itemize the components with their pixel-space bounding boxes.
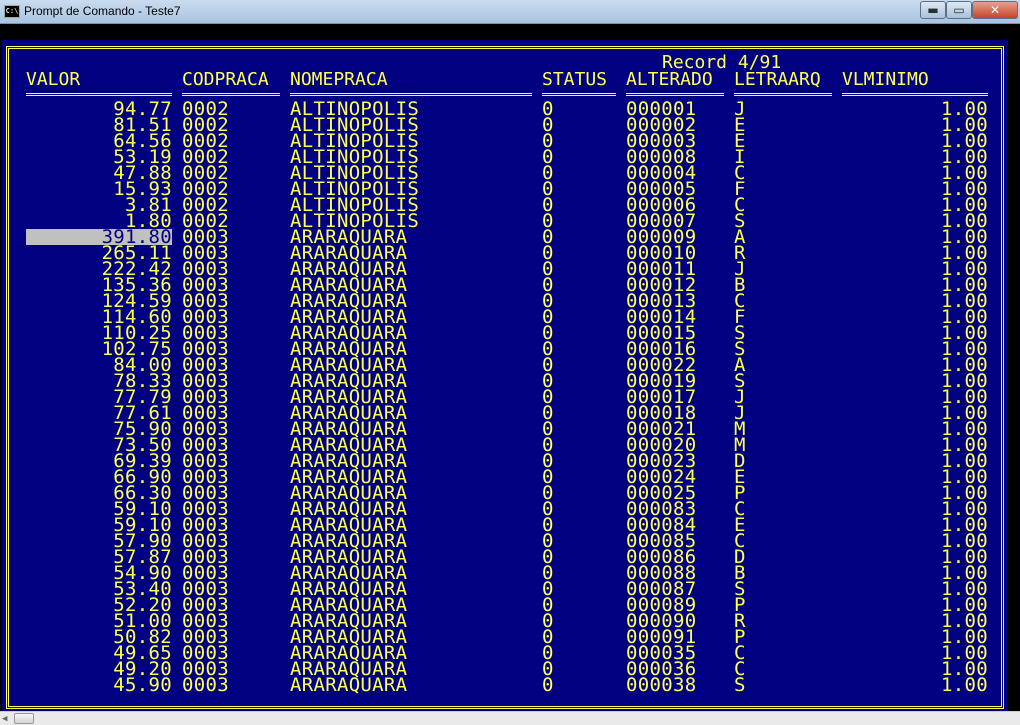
minimize-button[interactable]: ▬ — [920, 1, 946, 19]
cell-alterado: 000038 — [626, 674, 697, 696]
close-button[interactable]: ✕ — [972, 1, 1018, 19]
scrollbar-thumb[interactable] — [14, 713, 34, 724]
column-underline — [26, 93, 172, 96]
column-underline — [734, 93, 832, 96]
column-header-status: STATUS — [542, 69, 608, 90]
column-header-nomepraca: NOMEPRACA — [290, 69, 388, 90]
column-header-valor: VALOR — [26, 69, 81, 90]
column-underline — [542, 93, 616, 96]
column-header-vlminimo: VLMINIMO — [842, 69, 929, 90]
horizontal-scrollbar[interactable]: ◀ — [0, 711, 1020, 725]
scroll-left-icon[interactable]: ◀ — [2, 714, 12, 724]
cell-nomepraca: ARARAQUARA — [290, 674, 408, 696]
table-row[interactable]: 45.90 0003 ARARAQUARA 0 000038 S 1.00 — [2, 674, 1008, 696]
column-underline — [182, 93, 280, 96]
cell-status: 0 — [542, 674, 554, 696]
window-titlebar[interactable]: C:\ Prompt de Comando - Teste7 ▬ ▭ ✕ — [0, 0, 1020, 24]
column-header-codpraca: CODPRACA — [182, 69, 269, 90]
cell-vlminimo: 1.00 — [941, 674, 988, 696]
console-window[interactable]: Record 4/91 VALOR CODPRACA NOMEPRACA STA… — [0, 24, 1020, 711]
console-app-icon[interactable]: C:\ — [4, 5, 20, 18]
browse-screen[interactable]: Record 4/91 VALOR CODPRACA NOMEPRACA STA… — [2, 40, 1008, 711]
maximize-button[interactable]: ▭ — [946, 1, 972, 19]
column-underline — [842, 93, 988, 96]
cell-letraarq: S — [734, 674, 746, 696]
column-header-letraarq: LETRAARQ — [734, 69, 821, 90]
cell-valor: 45.90 — [113, 674, 172, 696]
column-underline — [626, 93, 724, 96]
cell-codpraca: 0003 — [182, 674, 229, 696]
column-underline — [290, 93, 532, 96]
window-title: Prompt de Comando - Teste7 — [24, 4, 181, 18]
column-header-alterado: ALTERADO — [626, 69, 713, 90]
